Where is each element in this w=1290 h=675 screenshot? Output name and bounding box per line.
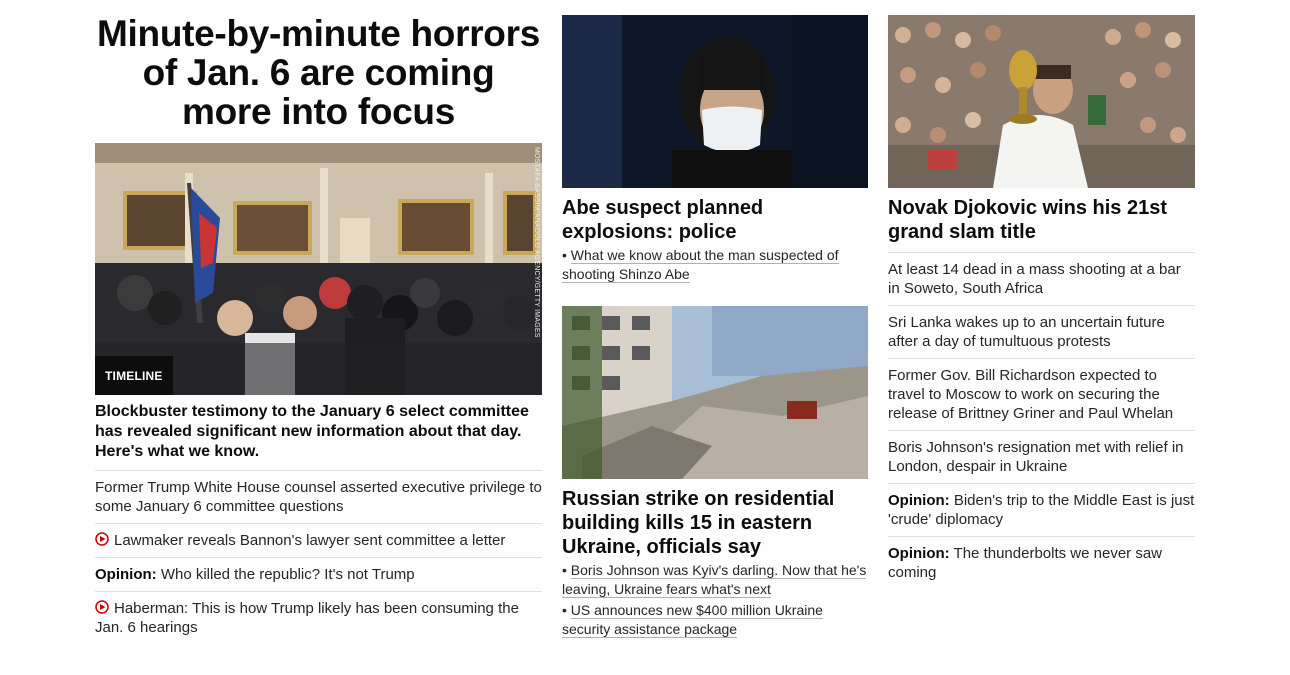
list-item-text: Boris Johnson's resignation met with rel… (888, 439, 1184, 475)
list-item[interactable]: Opinion: The thunderbolts we never saw c… (888, 536, 1195, 589)
lead-story-image[interactable]: TIMELINE MOSTAFA BASSIM/ANADOLU AGENCY/G… (95, 143, 542, 395)
djokovic-image[interactable] (888, 15, 1195, 188)
list-item[interactable]: Sri Lanka wakes up to an uncertain futur… (888, 305, 1195, 358)
lead-headline[interactable]: Minute-by-minute horrors of Jan. 6 are c… (95, 14, 542, 131)
abe-suspect-image[interactable] (562, 15, 868, 188)
photo-credit: MOSTAFA BASSIM/ANADOLU AGENCY/GETTY IMAG… (533, 147, 540, 338)
opinion-label: Opinion: (888, 545, 950, 562)
right-column: Novak Djokovic wins his 21st grand slam … (888, 0, 1195, 589)
list-item-text: At least 14 dead in a mass shooting at a… (888, 261, 1181, 297)
story-headline[interactable]: Russian strike on residential building k… (562, 479, 868, 559)
list-item[interactable]: Opinion: Biden's trip to the Middle East… (888, 483, 1195, 536)
ukraine-strike-image[interactable] (562, 306, 868, 479)
related-link[interactable]: • What we know about the man suspected o… (562, 244, 868, 284)
related-link-text: US announces new $400 million Ukraine se… (562, 602, 823, 638)
list-item[interactable]: Boris Johnson's resignation met with rel… (888, 430, 1195, 483)
video-play-icon (95, 532, 109, 546)
related-link-text: What we know about the man suspected of … (562, 247, 839, 283)
related-link[interactable]: • US announces new $400 million Ukraine … (562, 599, 868, 639)
list-item-text: Former Trump White House counsel asserte… (95, 479, 542, 515)
list-item[interactable]: Haberman: This is how Trump likely has b… (95, 591, 542, 644)
story-headline[interactable]: Novak Djokovic wins his 21st grand slam … (888, 188, 1195, 252)
opinion-label: Opinion: (888, 492, 950, 509)
middle-column: Abe suspect planned explosions: police •… (562, 0, 868, 639)
list-item-text: Sri Lanka wakes up to an uncertain futur… (888, 314, 1165, 350)
timeline-tag: TIMELINE (95, 356, 173, 395)
masked-suspect-photo (562, 15, 868, 188)
djokovic-trophy-photo (888, 15, 1195, 188)
related-link-text: Boris Johnson was Kyiv's darling. Now th… (562, 562, 867, 598)
video-play-icon (95, 600, 109, 614)
lead-story-summary[interactable]: Blockbuster testimony to the January 6 s… (95, 395, 542, 470)
lead-story-column: Minute-by-minute horrors of Jan. 6 are c… (95, 0, 542, 644)
list-item[interactable]: Opinion: Who killed the republic? It's n… (95, 557, 542, 591)
list-item-text: Haberman: This is how Trump likely has b… (95, 600, 519, 636)
list-item-text: Who killed the republic? It's not Trump (156, 566, 415, 583)
list-item-text: Former Gov. Bill Richardson expected to … (888, 367, 1174, 422)
list-item[interactable]: At least 14 dead in a mass shooting at a… (888, 252, 1195, 305)
list-item-text: Lawmaker reveals Bannon's lawyer sent co… (114, 532, 506, 549)
related-link[interactable]: • Boris Johnson was Kyiv's darling. Now … (562, 559, 868, 599)
destroyed-building-photo (562, 306, 868, 479)
list-item[interactable]: Former Gov. Bill Richardson expected to … (888, 358, 1195, 430)
list-item[interactable]: Lawmaker reveals Bannon's lawyer sent co… (95, 523, 542, 557)
list-item[interactable]: Former Trump White House counsel asserte… (95, 470, 542, 523)
opinion-label: Opinion: (95, 566, 157, 583)
story-headline[interactable]: Abe suspect planned explosions: police (562, 188, 868, 244)
